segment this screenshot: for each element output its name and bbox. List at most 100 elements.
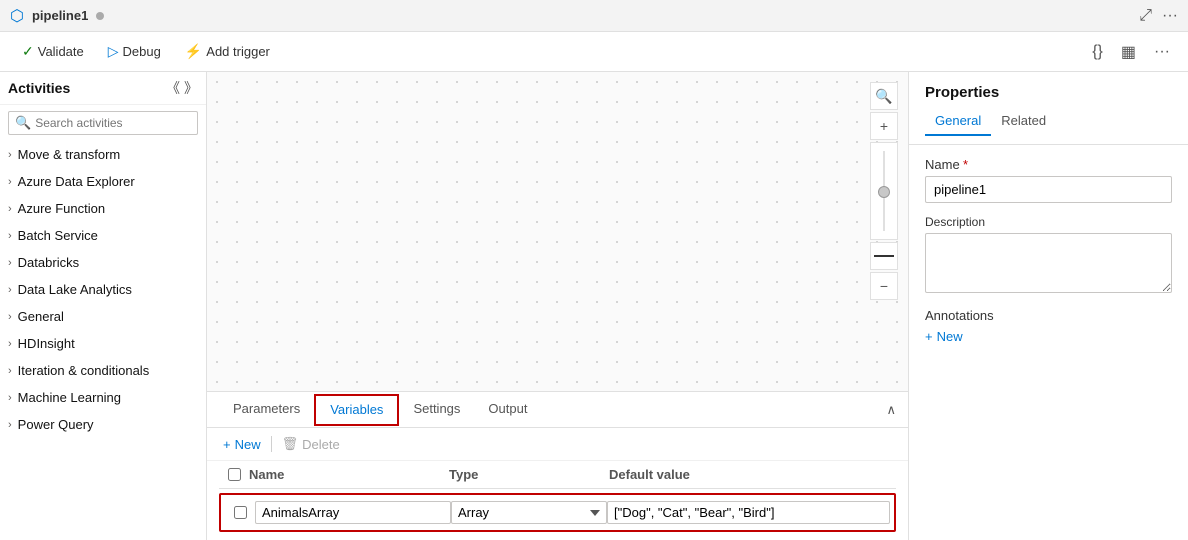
sidebar-item-iteration-conditionals[interactable]: › Iteration & conditionals	[0, 357, 206, 384]
chevron-icon: ›	[8, 284, 12, 296]
add-trigger-label: Add trigger	[206, 44, 270, 59]
sidebar-item-machine-learning[interactable]: › Machine Learning	[0, 384, 206, 411]
row-name-cell	[255, 501, 451, 524]
add-trigger-button[interactable]: ⚡ Add trigger	[175, 39, 280, 64]
delete-icon: 🗑	[282, 436, 299, 452]
pipeline-icon: ⬡	[10, 6, 24, 26]
sidebar-item-azure-function[interactable]: › Azure Function	[0, 195, 206, 222]
sidebar-expand-icon[interactable]: 》	[184, 78, 198, 98]
name-input[interactable]	[925, 176, 1172, 203]
divider-line	[874, 255, 894, 257]
chevron-icon: ›	[8, 149, 12, 161]
sidebar-item-power-query[interactable]: › Power Query	[0, 411, 206, 438]
sidebar-header: Activities 《 》	[0, 72, 206, 105]
row-type-cell: Array Boolean Integer String	[451, 501, 607, 524]
zoom-in-button[interactable]: +	[870, 112, 898, 140]
variable-type-select[interactable]: Array Boolean Integer String	[451, 501, 607, 524]
topbar-actions: ⤢ ···	[1139, 7, 1178, 25]
sidebar-item-label: Data Lake Analytics	[18, 282, 132, 297]
sidebar-item-batch-service[interactable]: › Batch Service	[0, 222, 206, 249]
canvas-background	[207, 72, 908, 391]
zoom-out-button[interactable]: −	[870, 272, 898, 300]
sidebar: Activities 《 》 🔍 › Move & transform › Az…	[0, 72, 207, 540]
sidebar-item-label: Move & transform	[18, 147, 121, 162]
center-area: 🔍 + − Parameters	[207, 72, 908, 540]
tab-variables[interactable]: Variables	[316, 396, 397, 424]
sidebar-item-label: Power Query	[18, 417, 94, 432]
chevron-icon: ›	[8, 203, 12, 215]
code-view-button[interactable]: {}	[1086, 39, 1109, 65]
slider-thumb[interactable]	[878, 186, 890, 198]
tab-settings-label: Settings	[413, 401, 460, 416]
description-field: Description	[925, 215, 1172, 296]
add-annotation-button[interactable]: + New	[925, 329, 963, 344]
tab-related[interactable]: Related	[991, 109, 1056, 136]
properties-title: Properties	[925, 84, 1172, 101]
variable-name-input[interactable]	[255, 501, 451, 524]
annotations-section: Annotations + New	[925, 308, 1172, 344]
bottom-panel: Parameters Variables Settings Output ∧	[207, 391, 908, 540]
more-options-button[interactable]: ···	[1148, 39, 1176, 65]
new-button-label: New	[235, 437, 261, 452]
variables-table: Name Type Default value	[207, 461, 908, 540]
debug-label: Debug	[123, 44, 161, 59]
sidebar-item-label: General	[18, 309, 64, 324]
zoom-slider	[870, 142, 898, 240]
variable-default-input[interactable]	[607, 501, 890, 524]
table-header: Name Type Default value	[219, 461, 896, 489]
divider-ctrl	[870, 242, 898, 270]
required-marker: *	[963, 157, 968, 172]
chevron-icon: ›	[8, 176, 12, 188]
search-input[interactable]	[35, 116, 191, 130]
validate-button[interactable]: ✓ Validate	[12, 39, 94, 64]
monitor-button[interactable]: ▦	[1115, 38, 1142, 66]
sidebar-item-label: Iteration & conditionals	[18, 363, 150, 378]
sidebar-item-label: Databricks	[18, 255, 79, 270]
sidebar-item-general[interactable]: › General	[0, 303, 206, 330]
delete-button-label: Delete	[302, 437, 340, 452]
search-canvas-button[interactable]: 🔍	[870, 82, 898, 110]
tab-parameters[interactable]: Parameters	[219, 392, 314, 428]
properties-panel: Properties General Related Name * Descri…	[908, 72, 1188, 540]
sidebar-collapse-icon[interactable]: 《	[166, 78, 180, 98]
sidebar-item-azure-data-explorer[interactable]: › Azure Data Explorer	[0, 168, 206, 195]
delete-variable-button[interactable]: 🗑 Delete	[278, 434, 344, 454]
panel-toolbar: + New 🗑 Delete	[207, 428, 908, 461]
sidebar-item-label: Batch Service	[18, 228, 98, 243]
canvas: 🔍 + −	[207, 72, 908, 391]
chevron-icon: ›	[8, 338, 12, 350]
expand-icon[interactable]: ⤢	[1139, 7, 1152, 25]
sidebar-item-data-lake-analytics[interactable]: › Data Lake Analytics	[0, 276, 206, 303]
tab-parameters-label: Parameters	[233, 401, 300, 416]
sidebar-item-databricks[interactable]: › Databricks	[0, 249, 206, 276]
sidebar-item-hdinsight[interactable]: › HDInsight	[0, 330, 206, 357]
sidebar-title: Activities	[8, 80, 162, 96]
tab-related-label: Related	[1001, 113, 1046, 128]
tab-general[interactable]: General	[925, 109, 991, 136]
tab-settings[interactable]: Settings	[399, 392, 474, 428]
pipeline-title: pipeline1	[32, 8, 88, 23]
toolbar-divider	[271, 436, 272, 452]
chevron-icon: ›	[8, 257, 12, 269]
new-variable-button[interactable]: + New	[219, 435, 265, 454]
description-textarea[interactable]	[925, 233, 1172, 293]
more-icon[interactable]: ···	[1162, 7, 1178, 25]
trigger-icon: ⚡	[185, 43, 202, 60]
slider-track	[883, 151, 885, 231]
row-default-cell	[607, 501, 890, 524]
tab-output[interactable]: Output	[474, 392, 541, 428]
plus-icon: +	[223, 437, 231, 452]
sidebar-item-move-transform[interactable]: › Move & transform	[0, 141, 206, 168]
debug-button[interactable]: ▷ Debug	[98, 39, 171, 64]
col-default-header: Default value	[609, 467, 896, 482]
main-layout: Activities 《 》 🔍 › Move & transform › Az…	[0, 72, 1188, 540]
panel-collapse-button[interactable]: ∧	[886, 402, 896, 418]
chevron-icon: ›	[8, 230, 12, 242]
row-checkbox[interactable]	[234, 506, 247, 519]
header-checkbox-cell	[219, 468, 249, 481]
toolbar: ✓ Validate ▷ Debug ⚡ Add trigger {} ▦ ··…	[0, 32, 1188, 72]
select-all-checkbox[interactable]	[228, 468, 241, 481]
col-name-header: Name	[249, 467, 449, 482]
tabs-bar: Parameters Variables Settings Output ∧	[207, 392, 908, 428]
annotations-label: Annotations	[925, 308, 1172, 323]
